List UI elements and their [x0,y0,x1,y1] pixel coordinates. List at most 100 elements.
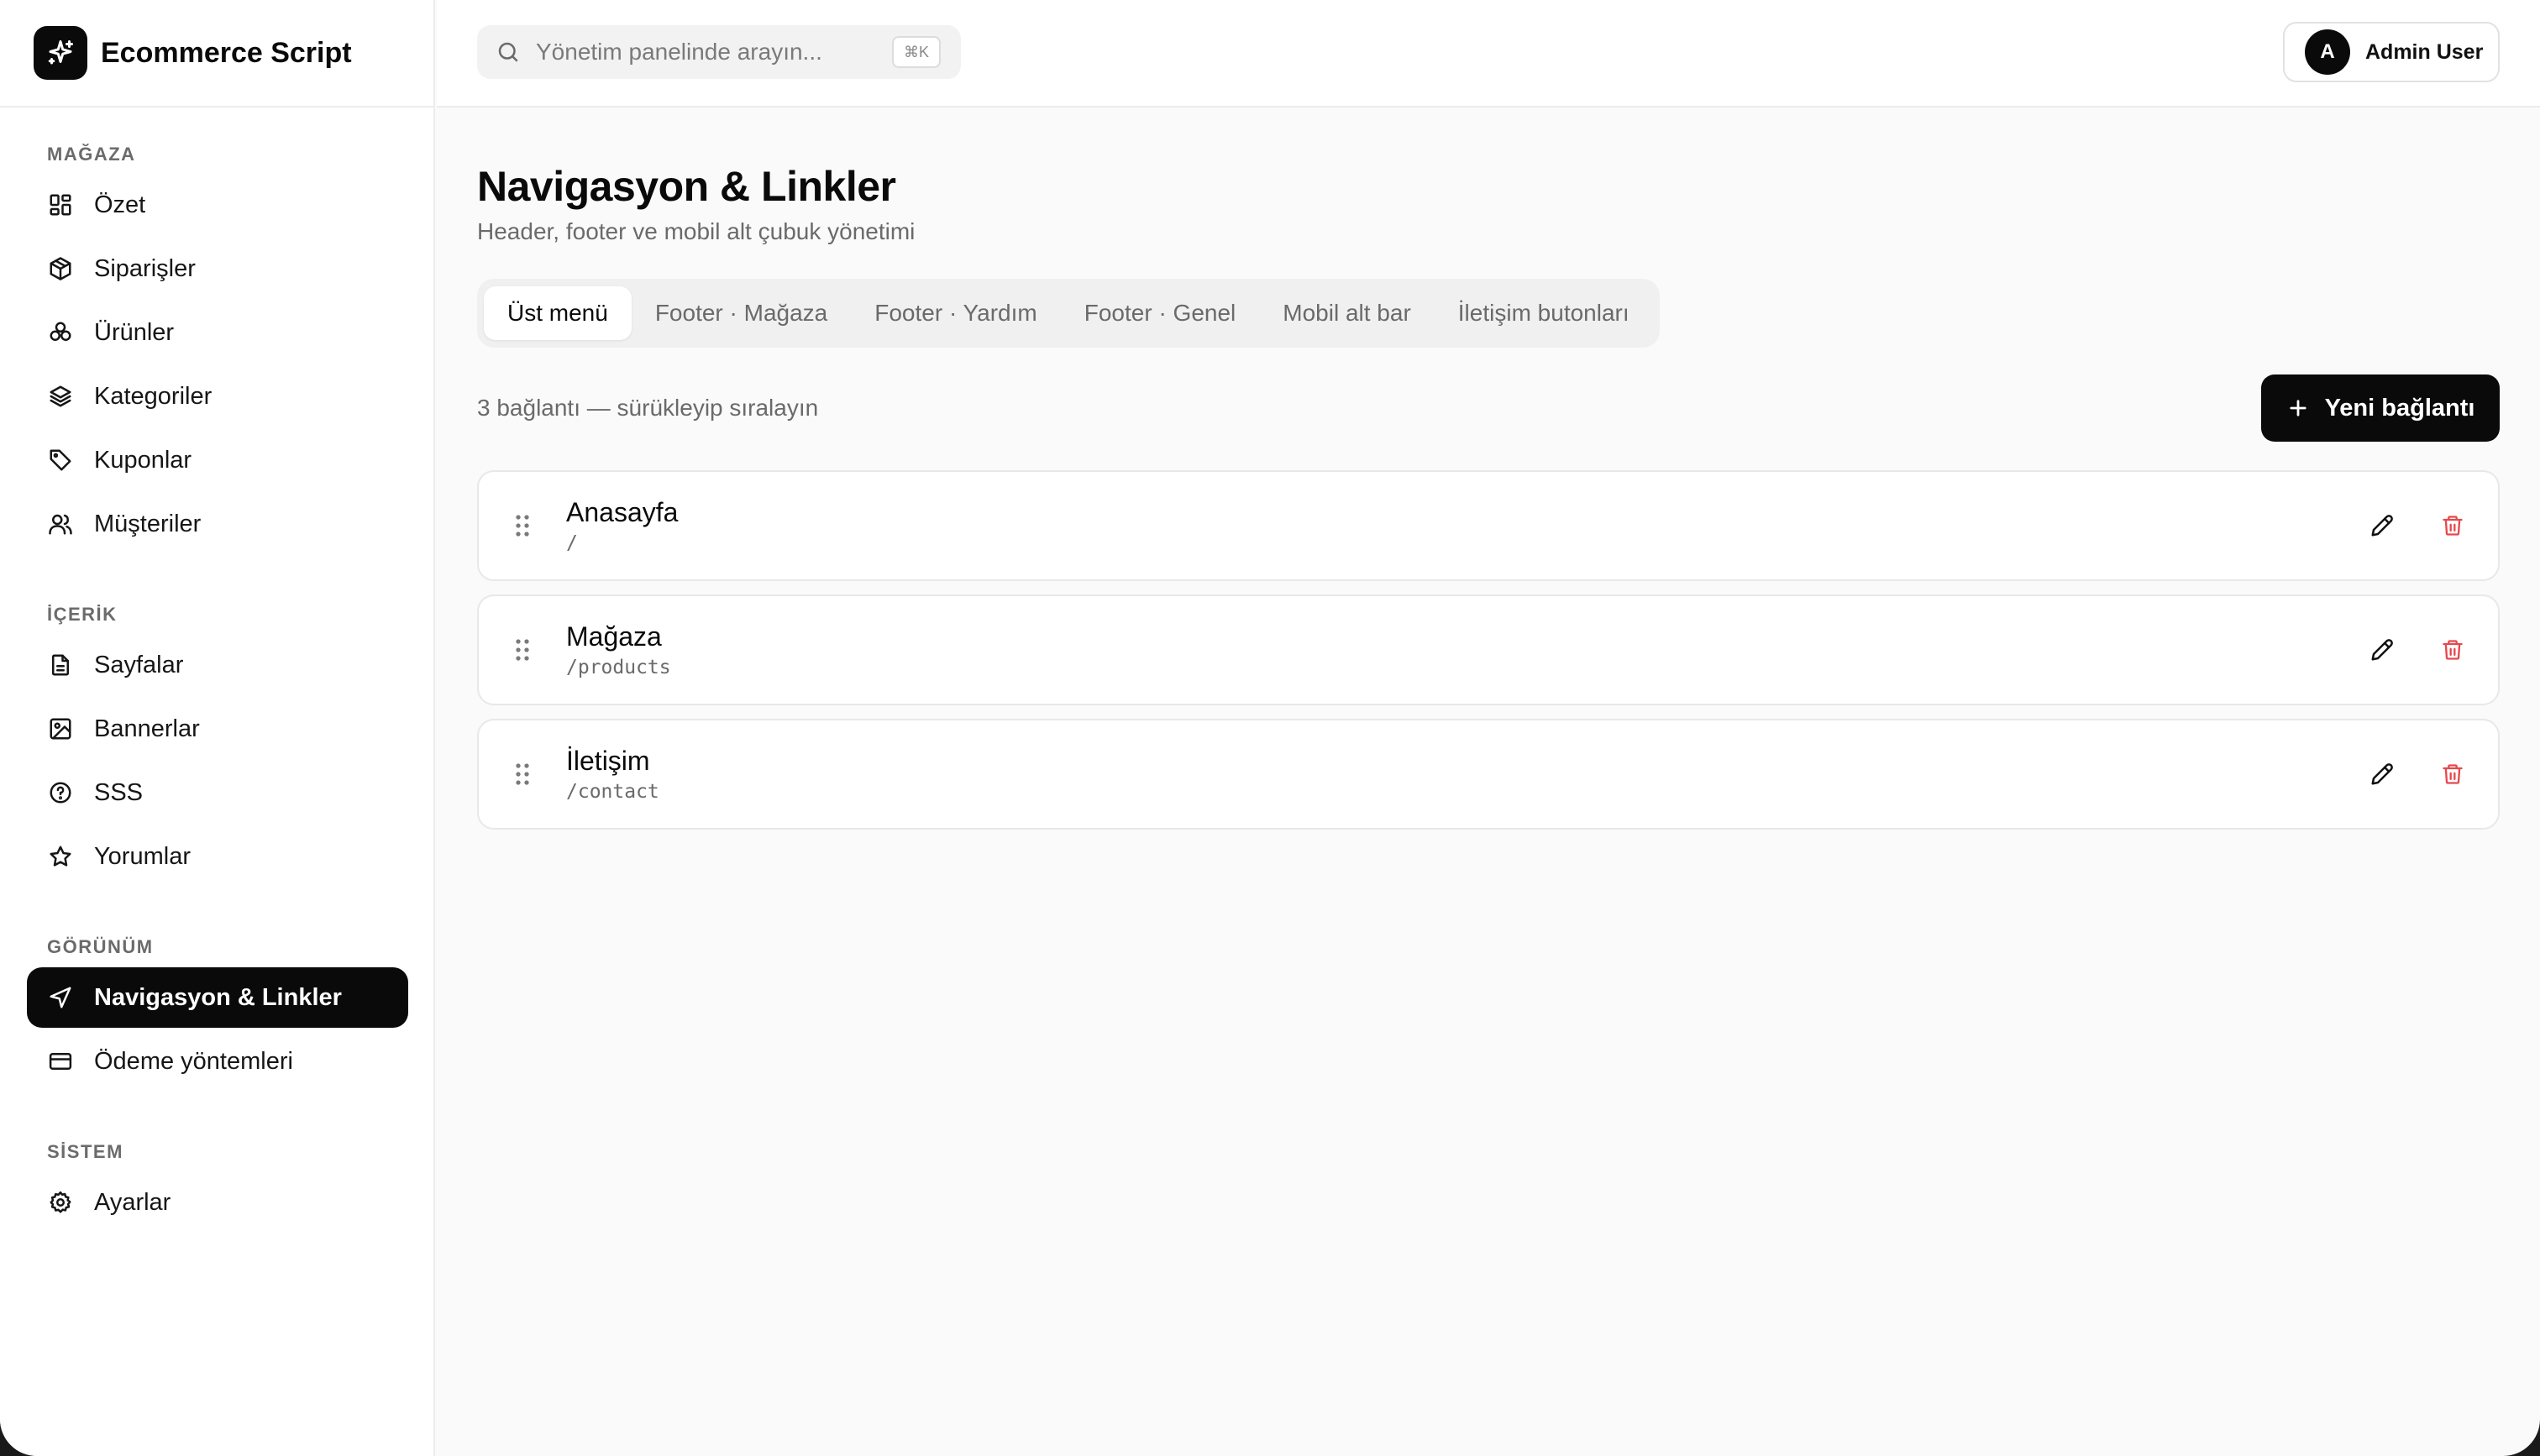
sidebar-item-label: Kuponlar [94,446,192,474]
tab-3[interactable]: Footer · Genel [1061,286,1260,340]
app-window: Ecommerce Script MAĞAZA Özet Siparişler Ürü… [0,0,2540,1456]
link-text: İletişim /contact [566,744,659,804]
sidebar-item-label: Kategoriler [94,382,213,410]
link-path: / [566,532,578,554]
tab-5[interactable]: İletişim butonları [1435,286,1653,340]
trash-icon [2441,762,2464,786]
image-icon [47,715,74,742]
sidebar-item-sayfalar[interactable]: Sayfalar [27,635,408,695]
new-link-button[interactable]: Yeni bağlantı [2261,374,2500,442]
star-icon [47,843,74,870]
delete-link-button[interactable] [2427,625,2478,675]
file-icon [47,652,74,678]
delete-link-button[interactable] [2427,749,2478,799]
sidebar-item-label: Özet [94,191,146,218]
sidebar-item-siparişler[interactable]: Siparişler [27,238,408,299]
page-title: Navigasyon & Linkler [477,163,896,210]
links-count: 3 bağlantı — sürükleyip sıralayın [477,395,819,421]
brand[interactable]: Ecommerce Script [0,0,433,107]
tab-0[interactable]: Üst menü [484,286,632,340]
boxes-icon [47,319,74,346]
tab-4[interactable]: Mobil alt bar [1259,286,1435,340]
sidebar-item-label: Siparişler [94,254,196,282]
sidebar-item-sss[interactable]: SSS [27,762,408,823]
package-icon [47,255,74,282]
sidebar-section-title: SİSTEM [47,1141,123,1162]
sidebar: Ecommerce Script MAĞAZA Özet Siparişler Ürü… [0,0,435,1456]
drag-handle-icon[interactable] [479,720,566,828]
link-path: /contact [566,781,659,803]
edit-link-button[interactable] [2357,749,2407,799]
links-toolbar: 3 bağlantı — sürükleyip sıralayın Yeni b… [477,374,2500,442]
sidebar-item-ayarlar[interactable]: Ayarlar [27,1172,408,1233]
sidebar-item-label: Müşteriler [94,510,202,537]
sidebar-section: İÇERİK Sayfalar Bannerlar SSS Yorumlar [27,605,408,890]
layers-icon [47,383,74,410]
sidebar-item-label: Sayfalar [94,651,184,678]
sidebar-item-label: Bannerlar [94,715,200,742]
tab-list: Üst menü Footer · Mağaza Footer · Yardım Fo… [477,279,1660,348]
link-path: /products [566,657,671,678]
search-input[interactable]: Yönetim panelinde arayın... ⌘K [477,25,961,79]
sidebar-item-ürünler[interactable]: Ürünler [27,302,408,363]
sidebar-section-title: İÇERİK [47,604,118,625]
sidebar-section: MAĞAZA Özet Siparişler Ürünler Kategoriler Ku… [27,144,408,558]
sidebar-item-yorumlar[interactable]: Yorumlar [27,826,408,887]
tag-icon [47,447,74,474]
brand-name: Ecommerce Script [101,36,352,69]
row-actions [2357,596,2478,704]
sidebar-item-label: Yorumlar [94,842,191,870]
link-label: Anasayfa [566,497,679,527]
sidebar-item-müşteriler[interactable]: Müşteriler [27,494,408,554]
tab-2[interactable]: Footer · Yardım [851,286,1060,340]
sidebar-item-label: Navigasyon & Linkler [94,983,342,1011]
sidebar-section-title: GÖRÜNÜM [47,936,154,957]
link-label: İletişim [566,746,650,776]
avatar: A [2305,29,2350,75]
drag-handle-icon[interactable] [479,472,566,579]
help-circle-icon [47,779,74,806]
drag-handle-icon[interactable] [479,596,566,704]
link-row: Mağaza /products [477,594,2500,705]
tab-1[interactable]: Footer · Mağaza [632,286,851,340]
search-placeholder: Yönetim panelinde arayın... [536,39,822,65]
sidebar-item-bannerlar[interactable]: Bannerlar [27,699,408,759]
link-row: İletişim /contact [477,719,2500,830]
users-icon [47,511,74,537]
sidebar-section: GÖRÜNÜM Navigasyon & Linkler Ödeme yönteml… [27,937,408,1095]
link-text: Anasayfa / [566,495,678,556]
sidebar-item-kategoriler[interactable]: Kategoriler [27,366,408,427]
sidebar-item-özet[interactable]: Özet [27,175,408,235]
link-text: Mağaza /products [566,620,671,680]
sidebar-item-label: Ayarlar [94,1188,171,1216]
user-menu-button[interactable]: A Admin User [2283,22,2500,82]
gear-icon [47,1189,74,1216]
link-row: Anasayfa / [477,470,2500,581]
pencil-icon [2369,513,2395,538]
sidebar-item-kuponlar[interactable]: Kuponlar [27,430,408,490]
dashboard-icon [47,191,74,218]
sidebar-item-navigasyon-linkler[interactable]: Navigasyon & Linkler [27,967,408,1028]
sidebar-item-label: Ödeme yöntemleri [94,1047,293,1075]
pencil-icon [2369,637,2395,663]
edit-link-button[interactable] [2357,500,2407,551]
new-link-label: Yeni bağlantı [2324,394,2475,422]
links-list: Anasayfa / Mağaza /products İletişim /co… [477,470,2500,830]
credit-card-icon [47,1048,74,1075]
link-label: Mağaza [566,621,662,652]
row-actions [2357,720,2478,828]
sidebar-item-label: SSS [94,778,144,806]
sidebar-item-label: Ürünler [94,318,175,346]
navigation-icon [47,984,74,1011]
page-subtitle: Header, footer ve mobil alt çubuk yöneti… [477,218,916,244]
trash-icon [2441,638,2464,662]
plus-icon [2286,396,2310,420]
user-name: Admin User [2365,39,2484,64]
delete-link-button[interactable] [2427,500,2478,551]
main-content: Navigasyon & Linkler Header, footer ve m… [477,107,2500,843]
sidebar-item-ödeme-yöntemleri[interactable]: Ödeme yöntemleri [27,1031,408,1092]
edit-link-button[interactable] [2357,625,2407,675]
sidebar-section-title: MAĞAZA [47,144,136,165]
sparkle-icon [34,26,87,80]
row-actions [2357,472,2478,579]
